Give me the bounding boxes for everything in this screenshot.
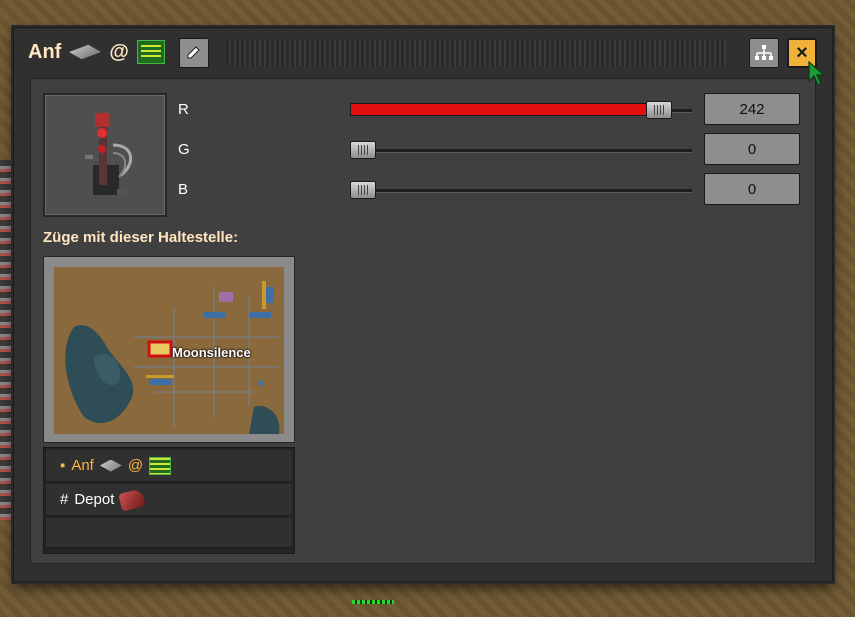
train-schedule-list: ▪ Anf @ # Depot [43, 447, 295, 554]
minimap-frame: Moonsilence [43, 256, 295, 443]
color-row-green: G 0 [178, 133, 800, 167]
network-button[interactable] [749, 38, 779, 68]
schedule-item-anf[interactable]: ▪ Anf @ [46, 450, 292, 482]
rail-icon [99, 459, 122, 472]
schedule-item-depot[interactable]: # Depot [46, 484, 292, 516]
window-title: Anf @ [28, 40, 165, 64]
schedule-item-empty[interactable] [46, 518, 292, 548]
color-label-blue: B [178, 181, 189, 198]
rename-button[interactable] [179, 38, 209, 68]
blue-slider[interactable] [350, 181, 692, 199]
green-value-field[interactable]: 0 [704, 133, 800, 165]
blue-value-field[interactable]: 0 [704, 173, 800, 205]
schedule-item-label: Anf [71, 457, 94, 474]
map-station-label: Moonsilence [172, 345, 251, 360]
title-separator: @ [109, 40, 129, 63]
green-circuit-icon [136, 40, 165, 64]
green-slider-thumb[interactable] [350, 141, 376, 159]
train-stop-window: Anf @ × R 242 G 0 B 0 Züge mit dieser Ha… [13, 27, 833, 582]
red-slider-fill [350, 103, 659, 116]
trains-heading: Züge mit dieser Haltestelle: [43, 229, 239, 246]
red-value-field[interactable]: 242 [704, 93, 800, 125]
rail-icon [66, 45, 105, 59]
pencil-icon [187, 46, 200, 59]
color-row-red: R 242 [178, 93, 800, 127]
red-slider[interactable] [350, 101, 692, 119]
title-prefix: Anf [28, 40, 62, 63]
train-stop-preview[interactable] [43, 93, 167, 217]
content-panel: R 242 G 0 B 0 Züge mit dieser Haltestell… [30, 78, 816, 564]
mouse-cursor-icon [808, 61, 826, 86]
world-background-rails [0, 160, 14, 520]
color-row-blue: B 0 [178, 173, 800, 207]
minimap[interactable]: Moonsilence [54, 267, 284, 434]
train-stop-icon [85, 113, 132, 195]
red-slider-thumb[interactable] [645, 101, 672, 119]
close-icon: × [796, 41, 808, 64]
network-tree-icon [755, 45, 773, 60]
color-label-red: R [178, 101, 189, 118]
schedule-bullet: ▪ [60, 457, 66, 474]
drag-handle[interactable] [226, 40, 726, 66]
green-slider[interactable] [350, 141, 692, 159]
schedule-item-sep: @ [127, 457, 144, 474]
color-label-green: G [178, 141, 190, 158]
green-circuit-icon [149, 456, 172, 475]
titlebar[interactable]: Anf @ × [14, 28, 832, 78]
power-indicator [352, 600, 394, 604]
schedule-bullet: # [60, 491, 69, 508]
locomotive-icon [118, 487, 147, 512]
blue-slider-thumb[interactable] [350, 181, 376, 199]
schedule-item-label: Depot [74, 491, 115, 508]
